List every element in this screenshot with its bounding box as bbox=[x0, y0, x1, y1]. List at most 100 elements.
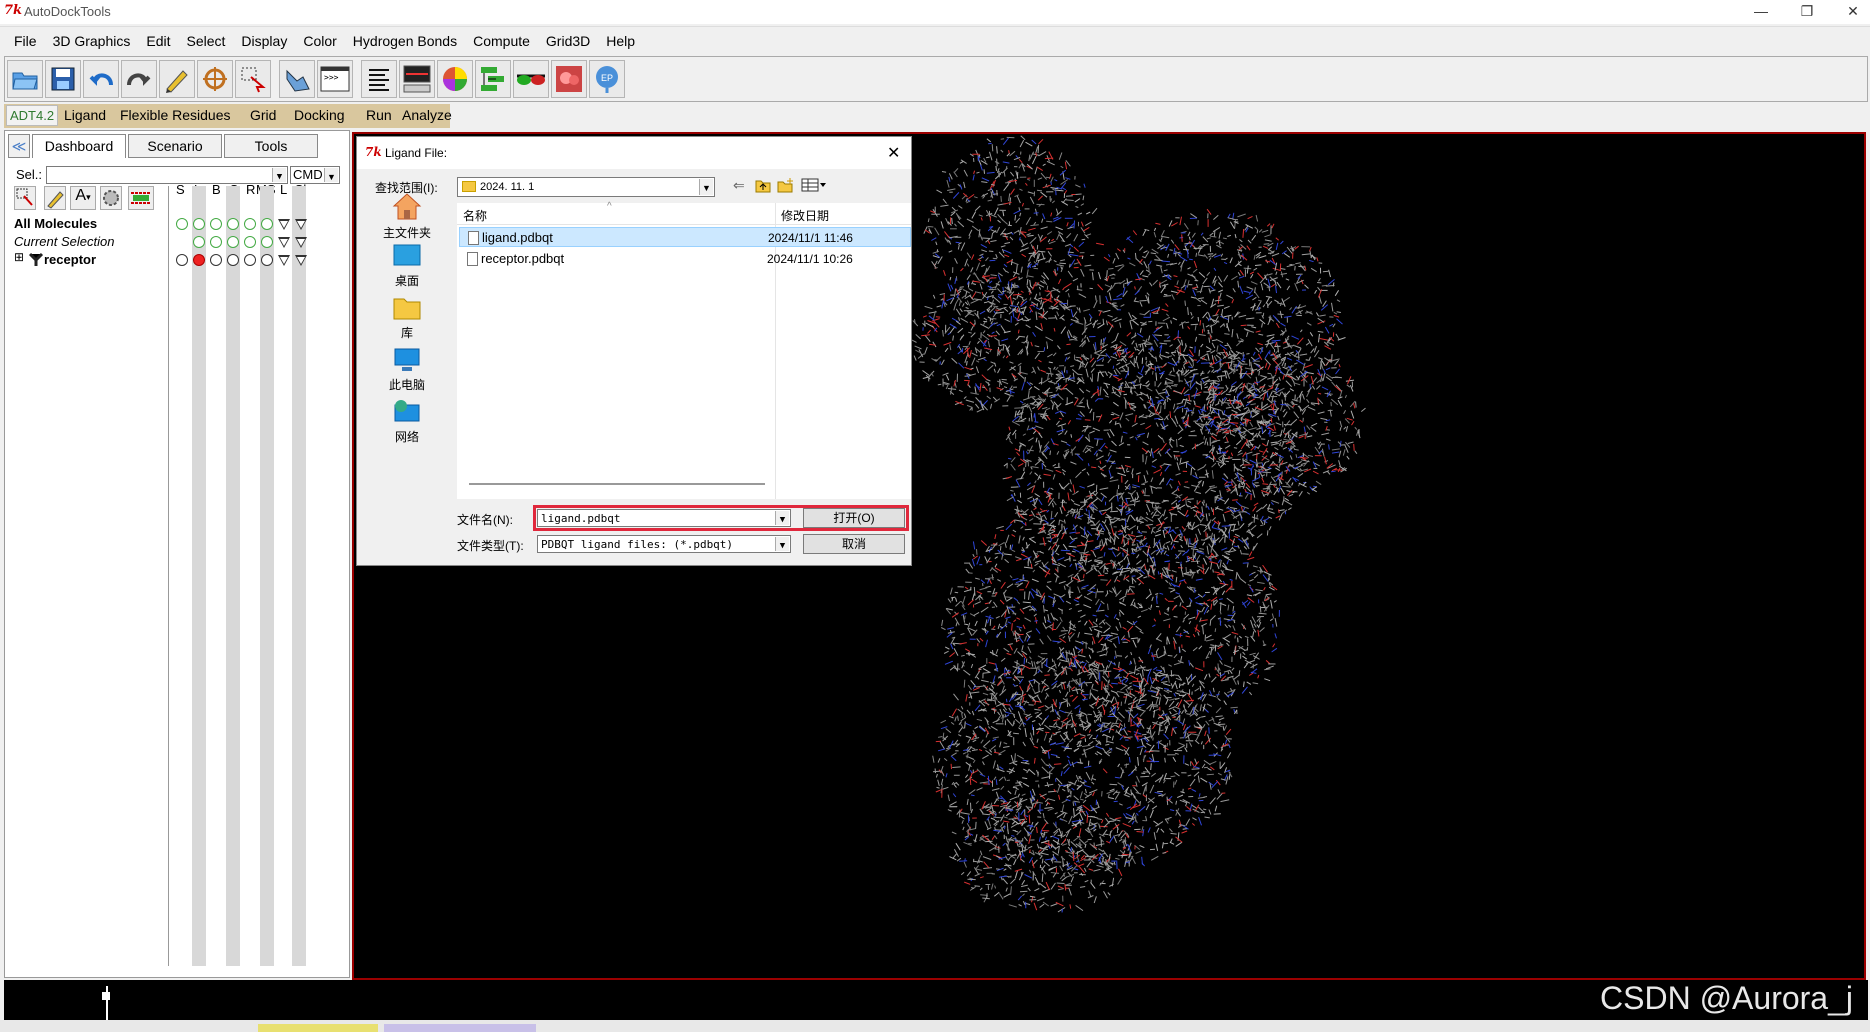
adt-menu-ligand[interactable]: Ligand bbox=[64, 107, 106, 123]
menu-help[interactable]: Help bbox=[598, 27, 643, 55]
menu-file[interactable]: File bbox=[6, 27, 45, 55]
label-tool-icon[interactable]: A▾ bbox=[70, 186, 96, 210]
file-row[interactable]: receptor.pdbqt 2024/11/1 10:26 bbox=[459, 249, 911, 269]
toggle-circle[interactable] bbox=[244, 218, 256, 230]
measure-tool-icon[interactable] bbox=[128, 186, 154, 210]
close-window-button[interactable]: ✕ bbox=[1830, 0, 1870, 24]
dropdown-triangle-icon[interactable] bbox=[295, 219, 307, 230]
cancel-button[interactable]: 取消 bbox=[803, 534, 905, 554]
toggle-circle[interactable] bbox=[193, 218, 205, 230]
open-icon[interactable] bbox=[7, 60, 43, 98]
adt-menu-grid[interactable]: Grid bbox=[250, 107, 276, 123]
place-library[interactable]: 库 bbox=[379, 295, 435, 341]
menu-hydrogen-bonds[interactable]: Hydrogen Bonds bbox=[345, 27, 465, 55]
toggle-circle[interactable] bbox=[261, 254, 273, 266]
horizontal-scrollbar[interactable] bbox=[469, 483, 765, 485]
console-icon[interactable]: >>> bbox=[317, 60, 353, 98]
save-icon[interactable] bbox=[45, 60, 81, 98]
toggle-circle[interactable] bbox=[244, 236, 256, 248]
place-desktop[interactable]: 桌面 bbox=[379, 243, 435, 289]
menu-compute[interactable]: Compute bbox=[465, 27, 538, 55]
toggle-circle[interactable] bbox=[176, 254, 188, 266]
toggle-circle[interactable] bbox=[193, 236, 205, 248]
toggle-circle[interactable] bbox=[261, 218, 273, 230]
column-name-header[interactable]: 名称 bbox=[463, 207, 487, 224]
chevron-down-icon[interactable]: ▼ bbox=[775, 537, 789, 551]
tab-tools[interactable]: Tools bbox=[224, 134, 318, 158]
place-network[interactable]: 网络 bbox=[379, 399, 435, 445]
gear-icon[interactable] bbox=[100, 186, 122, 210]
toggle-circle[interactable] bbox=[210, 218, 222, 230]
redo-icon[interactable] bbox=[121, 60, 157, 98]
adt-menu-analyze[interactable]: Analyze bbox=[402, 107, 452, 123]
menu-3d-graphics[interactable]: 3D Graphics bbox=[45, 27, 139, 55]
place-home[interactable]: 主文件夹 bbox=[379, 191, 435, 241]
dropdown-triangle-icon[interactable] bbox=[278, 237, 290, 248]
chevron-down-icon[interactable]: ▼ bbox=[775, 511, 789, 525]
network-icon[interactable] bbox=[475, 60, 511, 98]
movie-icon[interactable] bbox=[551, 60, 587, 98]
minimize-button[interactable]: — bbox=[1738, 0, 1784, 24]
toggle-circle[interactable] bbox=[210, 254, 222, 266]
slider-handle[interactable] bbox=[102, 992, 110, 1000]
lookin-dropdown[interactable]: 2024. 11. 1 ▼ bbox=[457, 177, 715, 197]
restore-button[interactable]: ❐ bbox=[1784, 0, 1830, 24]
dropdown-triangle-icon[interactable] bbox=[295, 255, 307, 266]
toggle-circle-active[interactable] bbox=[193, 254, 205, 266]
adt-menu-run[interactable]: Run bbox=[366, 107, 392, 123]
align-icon[interactable] bbox=[361, 60, 397, 98]
pencil-icon[interactable] bbox=[159, 60, 195, 98]
back-arrow-icon[interactable]: ⇐ bbox=[733, 177, 745, 194]
adt-menu-docking[interactable]: Docking bbox=[294, 107, 345, 123]
file-row-selected[interactable]: ligand.pdbqt 2024/11/1 11:46 bbox=[459, 227, 911, 247]
command-bar[interactable]: CSDN @Aurora_j bbox=[4, 980, 1868, 1020]
toggle-circle[interactable] bbox=[227, 218, 239, 230]
collapse-arrow-icon[interactable]: ≪ bbox=[8, 134, 30, 158]
undo-icon[interactable] bbox=[83, 60, 119, 98]
filename-input[interactable]: ligand.pdbqt ▼ bbox=[537, 509, 791, 527]
adt-menu-flexible-residues[interactable]: Flexible Residues bbox=[120, 107, 231, 123]
chevron-down-icon[interactable]: ▼ bbox=[699, 179, 713, 195]
menu-display[interactable]: Display bbox=[233, 27, 295, 55]
toggle-circle[interactable] bbox=[244, 254, 256, 266]
menu-grid3d[interactable]: Grid3D bbox=[538, 27, 598, 55]
dropdown-triangle-icon[interactable] bbox=[278, 219, 290, 230]
chevron-down-icon[interactable]: ▼ bbox=[272, 168, 286, 182]
hand-icon[interactable] bbox=[279, 60, 315, 98]
file-list[interactable]: 名称 ^ 修改日期 bbox=[457, 201, 911, 499]
new-folder-icon[interactable] bbox=[777, 177, 795, 196]
tab-dashboard[interactable]: Dashboard bbox=[32, 134, 126, 158]
pencil-tool-icon[interactable] bbox=[44, 186, 66, 210]
select-icon[interactable] bbox=[235, 60, 271, 98]
place-this-pc[interactable]: 此电脑 bbox=[379, 347, 435, 393]
tree-all-molecules[interactable]: All Molecules bbox=[14, 216, 97, 231]
adt-version-button[interactable]: ADT4.2 bbox=[6, 105, 59, 126]
view-menu-icon[interactable] bbox=[801, 177, 827, 196]
monitor-icon[interactable] bbox=[399, 60, 435, 98]
close-icon[interactable]: ✕ bbox=[887, 143, 900, 163]
toggle-circle[interactable] bbox=[176, 218, 188, 230]
menu-color[interactable]: Color bbox=[295, 27, 344, 55]
dropdown-triangle-icon[interactable] bbox=[278, 255, 290, 266]
toggle-circle[interactable] bbox=[227, 236, 239, 248]
dropdown-triangle-icon[interactable] bbox=[295, 237, 307, 248]
tab-scenario[interactable]: Scenario bbox=[128, 134, 222, 158]
toggle-circle[interactable] bbox=[210, 236, 222, 248]
toggle-circle[interactable] bbox=[261, 236, 273, 248]
target-icon[interactable] bbox=[197, 60, 233, 98]
chevron-down-icon[interactable]: ▼ bbox=[324, 168, 338, 182]
open-button[interactable]: 打开(O) bbox=[803, 508, 905, 528]
tree-current-selection[interactable]: Current Selection bbox=[14, 234, 114, 249]
select-tool-icon[interactable] bbox=[14, 186, 36, 210]
info-icon[interactable]: EP bbox=[589, 60, 625, 98]
toggle-circle[interactable] bbox=[227, 254, 239, 266]
glasses-icon[interactable] bbox=[513, 60, 549, 98]
tree-receptor[interactable]: receptor bbox=[44, 252, 96, 267]
up-folder-icon[interactable] bbox=[755, 177, 771, 196]
menu-edit[interactable]: Edit bbox=[138, 27, 178, 55]
tree-expand-icon[interactable]: ⊞ bbox=[14, 250, 24, 264]
filetype-dropdown[interactable]: PDBQT ligand files: (*.pdbqt) ▼ bbox=[537, 535, 791, 553]
column-date-header[interactable]: 修改日期 bbox=[781, 207, 829, 224]
menu-select[interactable]: Select bbox=[179, 27, 234, 55]
color-sphere-icon[interactable] bbox=[437, 60, 473, 98]
